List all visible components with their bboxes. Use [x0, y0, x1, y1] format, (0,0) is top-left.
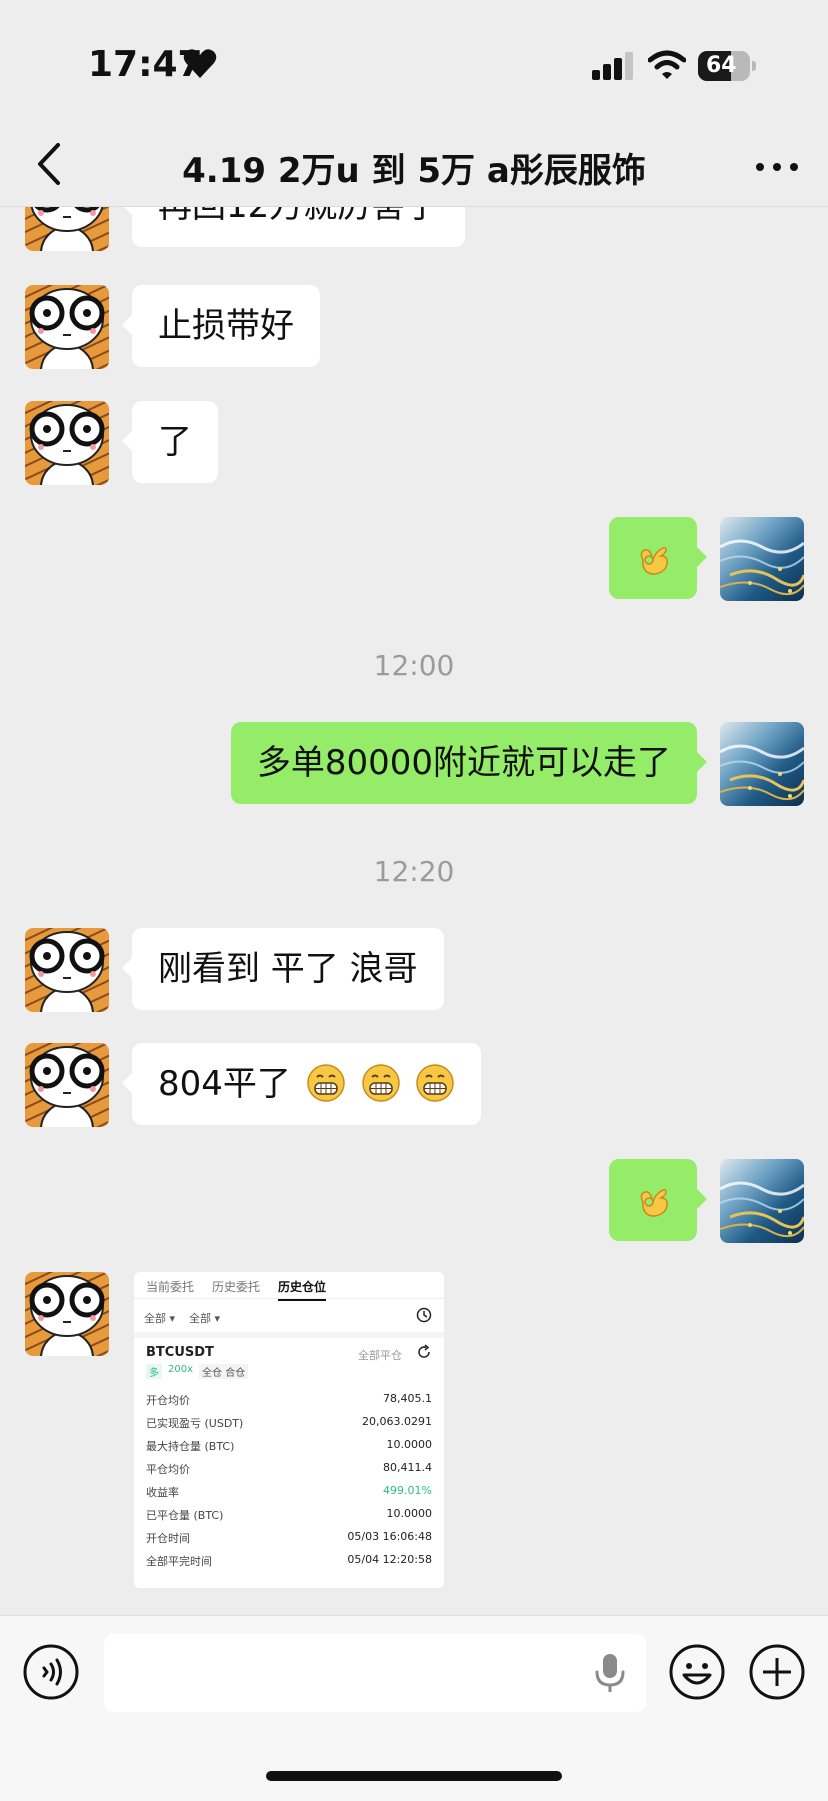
ok-hand-emoji-icon [633, 538, 673, 578]
row-label: 开仓均价 [146, 1394, 190, 1407]
my-avatar[interactable] [720, 517, 804, 601]
position-tags: 多 200x 全仓 合仓 [146, 1364, 249, 1379]
screenshot-filters: 全部 ▾ 全部 ▾ [144, 1310, 220, 1326]
emoji-icon[interactable] [668, 1643, 726, 1701]
row-value: 10.0000 [386, 1438, 433, 1451]
message-bubble-emoji[interactable] [609, 517, 707, 599]
filter-label: 全部 ▾ [189, 1312, 221, 1325]
plus-icon[interactable] [748, 1643, 806, 1701]
tag-leverage: 200x [168, 1364, 194, 1375]
contact-avatar[interactable] [25, 285, 109, 369]
contact-avatar[interactable] [25, 928, 109, 1012]
detail-row: 开仓时间 05/03 16:06:48 [146, 1530, 432, 1548]
contact-avatar[interactable] [25, 1272, 109, 1356]
timestamp: 12:20 [373, 855, 455, 888]
tag-mode: 全仓 合仓 [199, 1364, 249, 1379]
message-bubble[interactable]: 了 [122, 401, 218, 483]
row-value: 05/03 16:06:48 [347, 1530, 432, 1543]
message-bubble[interactable]: 止损带好 [122, 285, 320, 367]
row-value: 80,411.4 [383, 1461, 432, 1474]
detail-row: 最大持仓量 (BTC) 10.0000 [146, 1438, 432, 1456]
row-value: 20,063.0291 [362, 1415, 432, 1428]
row-value: 499.01% [383, 1484, 432, 1497]
wifi-icon [648, 50, 686, 79]
contact-avatar[interactable] [25, 401, 109, 485]
battery-icon: 64 [698, 51, 756, 81]
row-label: 开仓时间 [146, 1532, 190, 1545]
voice-icon[interactable] [22, 1643, 80, 1701]
more-icon[interactable] [752, 147, 802, 187]
message-list[interactable]: 再回12万就厉害了 止损带好 了 12:00 多单80000附近就可以走了 12… [0, 207, 828, 1615]
row-value: 78,405.1 [383, 1392, 432, 1405]
message-bubble-emoji[interactable] [609, 1159, 707, 1241]
refresh-icon [418, 1344, 430, 1358]
signal-icon [592, 52, 633, 80]
row-label: 最大持仓量 (BTC) [146, 1440, 235, 1453]
close-all-label: 全部平仓 [358, 1349, 402, 1362]
row-value: 10.0000 [386, 1507, 433, 1520]
grin-emoji-icon [415, 1063, 455, 1103]
message-input[interactable] [104, 1634, 646, 1712]
chat-title: 4.19 2万u 到 5万 a彤辰服饰 [182, 151, 646, 191]
detail-row: 收益率 499.01% [146, 1484, 432, 1502]
my-avatar[interactable] [720, 722, 804, 806]
grin-emoji-icon [361, 1063, 401, 1103]
contact-avatar[interactable] [25, 1043, 109, 1127]
row-label: 收益率 [146, 1486, 179, 1499]
detail-row: 平仓均价 80,411.4 [146, 1461, 432, 1479]
clock-icon [416, 1307, 432, 1323]
chevron-left-icon[interactable] [30, 139, 70, 189]
detail-row: 开仓均价 78,405.1 [146, 1392, 432, 1410]
ok-hand-emoji-icon [633, 1180, 673, 1220]
row-label: 平仓均价 [146, 1463, 190, 1476]
mic-icon[interactable] [590, 1652, 630, 1694]
pair-name: BTCUSDT [146, 1345, 214, 1360]
filter-label: 全部 ▾ [144, 1312, 176, 1325]
row-label: 全部平完时间 [146, 1555, 212, 1568]
chat-header: 4.19 2万u 到 5万 a彤辰服饰 [0, 125, 828, 207]
heart-icon [183, 49, 217, 78]
status-bar: 17:47 64 [0, 0, 828, 125]
detail-row: 全部平完时间 05/04 12:20:58 [146, 1553, 432, 1571]
detail-row: 已实现盈亏 (USDT) 20,063.0291 [146, 1415, 432, 1433]
home-indicator[interactable] [266, 1771, 562, 1781]
message-bubble[interactable]: 刚看到 平了 浪哥 [122, 928, 444, 1010]
message-bubble[interactable]: 多单80000附近就可以走了 [230, 722, 708, 804]
message-bubble[interactable]: 再回12万就厉害了 [121, 207, 466, 247]
tag-direction: 多 [146, 1364, 162, 1379]
timestamp: 12:00 [373, 649, 455, 682]
message-bubble[interactable]: 804平了 [121, 1043, 482, 1125]
detail-row: 已平仓量 (BTC) 10.0000 [146, 1507, 432, 1525]
grin-emoji-icon [306, 1063, 346, 1103]
contact-avatar[interactable] [25, 207, 109, 251]
row-value: 05/04 12:20:58 [347, 1553, 432, 1566]
row-label: 已实现盈亏 (USDT) [146, 1417, 244, 1430]
message-text: 804平了 [158, 1064, 291, 1104]
battery-level: 64 [706, 53, 737, 78]
trade-screenshot-image[interactable]: 当前委托 历史委托 历史仓位 全部 ▾ 全部 ▾ BTCUSDT 全部平仓 多 … [134, 1272, 444, 1588]
my-avatar[interactable] [720, 1159, 804, 1243]
row-label: 已平仓量 (BTC) [146, 1509, 224, 1522]
